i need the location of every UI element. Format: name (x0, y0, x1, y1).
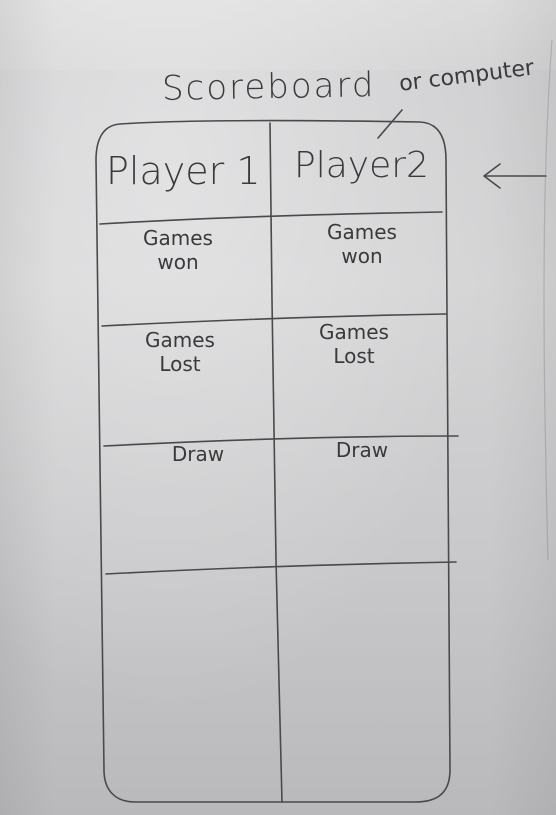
cell-text-line: won (341, 244, 383, 268)
cell-text-line: Draw (171, 442, 225, 466)
cell-text-line: Games (143, 226, 213, 250)
cell-text-line: Lost (159, 352, 201, 376)
scoreboard-title: Scoreboard (161, 65, 376, 109)
alt-label-pointer (377, 109, 403, 139)
player2-games-won-label: Games won (292, 220, 432, 268)
player2-draw-label: Draw (292, 438, 432, 462)
column-divider (269, 122, 283, 803)
cell-text-line: Games (327, 220, 397, 244)
scoreboard-sketch (95, 39, 553, 803)
cell-text-line: Draw (335, 438, 389, 462)
cell-text-line: Lost (333, 344, 375, 368)
column-header-player-1: Player 1 (106, 149, 261, 193)
player1-games-won-label: Games won (108, 226, 248, 274)
player2-games-lost-label: Games Lost (284, 320, 424, 368)
next-page-edge (543, 39, 553, 561)
cell-text-line: Games (319, 320, 389, 344)
cell-text-line: won (157, 250, 199, 274)
row-divider-3 (105, 561, 457, 575)
cell-text-line: Games (145, 328, 215, 352)
player1-games-lost-label: Games Lost (110, 328, 250, 376)
player1-draw-label: Draw (128, 442, 268, 466)
column-header-player-2: Player2 (294, 145, 429, 186)
